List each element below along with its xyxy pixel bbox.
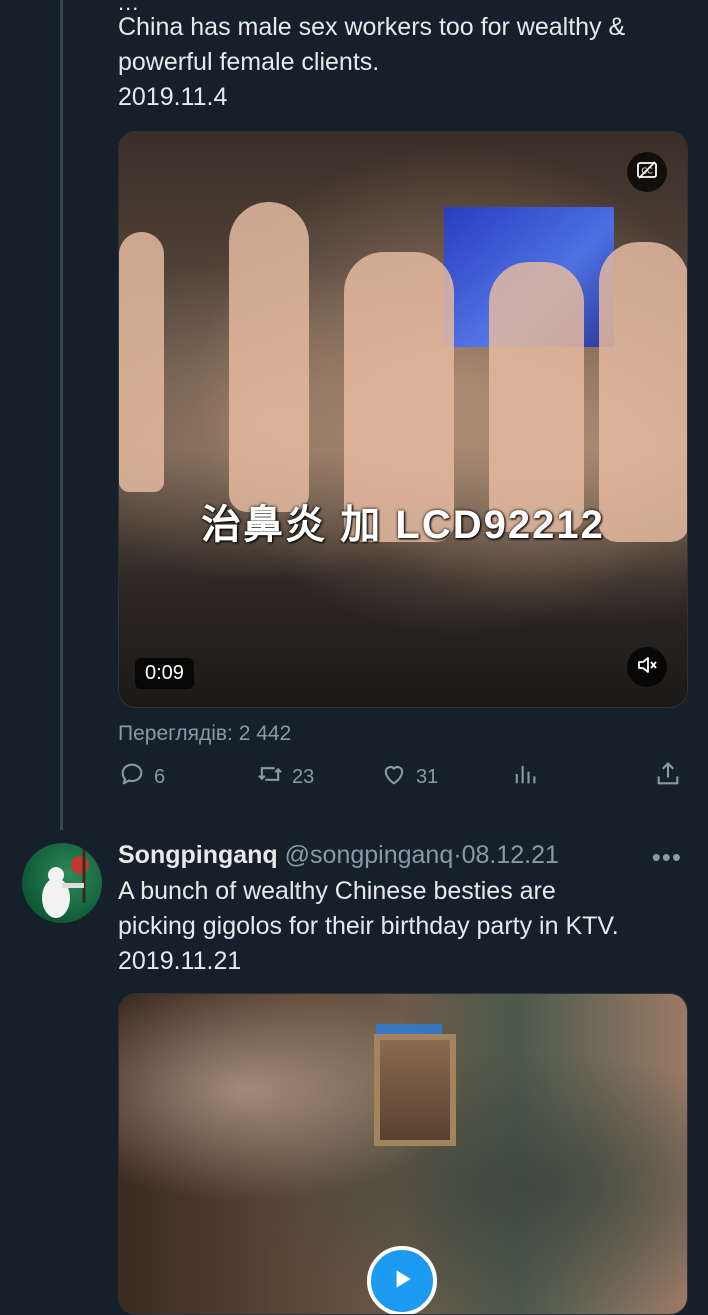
view-count: Переглядів: 2 442 <box>118 722 292 745</box>
like-count: 31 <box>416 765 439 788</box>
reply-button[interactable]: 6 <box>118 760 165 794</box>
mute-toggle-button[interactable] <box>627 647 667 687</box>
analytics-icon <box>511 760 539 794</box>
tweet-text-line: 2019.11.4 <box>118 83 228 111</box>
tweet-text: China has male sex workers too for wealt… <box>118 10 688 115</box>
video-player[interactable]: 治鼻炎 加 LCD92212 CC 0:09 <box>118 131 688 708</box>
thread-connector-line <box>60 0 63 830</box>
tweet-date[interactable]: 08.12.21 <box>462 841 559 869</box>
separator-dot: · <box>453 841 462 869</box>
closed-captions-icon: CC <box>635 158 659 187</box>
retweet-button[interactable]: 23 <box>256 760 314 794</box>
avatar[interactable] <box>22 843 102 923</box>
author-handle[interactable]: @songpinganq <box>285 841 454 869</box>
tweet-action-bar: 6 23 31 <box>118 760 688 802</box>
video-frame-background <box>374 1034 456 1146</box>
retweet-icon <box>256 760 284 794</box>
tweet-text-line: 2019.11.21 <box>118 947 242 975</box>
video-frame-figure <box>119 232 164 492</box>
tweet-text-line: China has male sex workers too for wealt… <box>118 13 626 41</box>
avatar-image <box>42 849 89 918</box>
tweet-text-line: A bunch of wealthy Chinese besties are <box>118 877 556 905</box>
closed-captions-button[interactable]: CC <box>627 152 667 192</box>
like-button[interactable]: 31 <box>380 760 438 794</box>
tweet-text-line: picking gigolos for their birthday party… <box>118 912 619 940</box>
share-button[interactable] <box>654 760 682 794</box>
tweet-text: A bunch of wealthy Chinese besties are p… <box>118 874 688 979</box>
more-options-button[interactable]: ••• <box>652 842 682 873</box>
retweet-count: 23 <box>292 765 315 788</box>
video-duration-badge: 0:09 <box>135 658 194 689</box>
tweet-text-line: powerful female clients. <box>118 48 380 76</box>
tweet-author-line: Songpinganq @songpinganq·08.12.21 <box>118 838 559 873</box>
video-frame-figure <box>229 202 309 512</box>
reply-icon <box>118 760 146 794</box>
speaker-muted-icon <box>635 653 659 682</box>
reply-count: 6 <box>154 765 166 788</box>
heart-icon <box>380 760 408 794</box>
analytics-button[interactable] <box>511 760 539 794</box>
play-button[interactable] <box>367 1246 437 1314</box>
video-player[interactable] <box>118 993 688 1315</box>
share-icon <box>654 760 682 794</box>
author-name[interactable]: Songpinganq <box>118 841 278 869</box>
video-subtitle: 治鼻炎 加 LCD92212 <box>201 503 605 547</box>
play-icon <box>389 1266 415 1297</box>
